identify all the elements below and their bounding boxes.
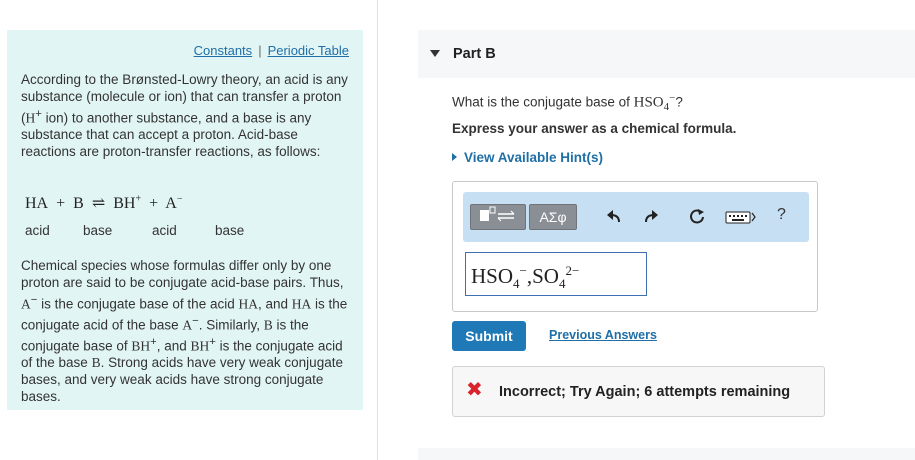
question-text: What is the conjugate base of HSO4−? xyxy=(452,92,683,114)
answer-value: HSO4−,SO42− xyxy=(471,263,580,292)
hint-arrow-icon xyxy=(452,153,457,161)
label-base-1: base xyxy=(83,223,113,238)
incorrect-x-icon: ✖ xyxy=(466,379,483,401)
answer-editor: ΑΣφ ? HSO4−,SO42− xyxy=(452,181,818,312)
constants-link[interactable]: Constants xyxy=(194,43,253,58)
periodic-table-link[interactable]: Periodic Table xyxy=(268,43,349,58)
column-divider xyxy=(377,0,378,460)
reset-icon[interactable] xyxy=(688,208,706,226)
templates-button[interactable] xyxy=(470,204,526,230)
templates-icon xyxy=(480,206,515,222)
conjugate-paragraph: Chemical species whose formulas differ o… xyxy=(21,258,348,405)
collapse-caret-icon[interactable] xyxy=(430,50,440,57)
undo-icon[interactable] xyxy=(605,208,623,226)
feedback-message: Incorrect; Try Again; 6 attempts remaini… xyxy=(499,384,791,400)
view-hints-link[interactable]: View Available Hint(s) xyxy=(452,150,603,165)
answer-input[interactable]: HSO4−,SO42− xyxy=(465,252,647,296)
editor-toolbar: ΑΣφ ? xyxy=(463,192,809,242)
label-acid-1: acid xyxy=(25,223,50,238)
instruction-text: Express your answer as a chemical formul… xyxy=(452,121,737,136)
info-links: Constants | Periodic Table xyxy=(194,43,349,58)
redo-icon[interactable] xyxy=(642,208,660,226)
submit-button[interactable]: Submit xyxy=(452,321,526,351)
link-separator: | xyxy=(258,43,262,58)
help-icon[interactable]: ? xyxy=(777,206,786,224)
previous-answers-link[interactable]: Previous Answers xyxy=(549,328,657,342)
feedback-box: ✖ Incorrect; Try Again; 6 attempts remai… xyxy=(452,366,825,417)
view-hints-label: View Available Hint(s) xyxy=(464,150,604,165)
label-base-2: base xyxy=(215,223,245,238)
info-panel: Constants | Periodic Table According to th… xyxy=(7,30,363,410)
part-title: Part B xyxy=(453,46,496,62)
greek-symbols-button[interactable]: ΑΣφ xyxy=(529,204,577,230)
acid-base-equation: HA + B ⇌ BH+ + A− xyxy=(25,193,183,212)
next-part-header xyxy=(418,448,915,460)
label-acid-2: acid xyxy=(152,223,177,238)
keyboard-icon[interactable] xyxy=(725,208,757,226)
part-header[interactable]: Part B xyxy=(418,30,915,78)
intro-paragraph: According to the Brønsted-Lowry theory, … xyxy=(21,72,348,159)
